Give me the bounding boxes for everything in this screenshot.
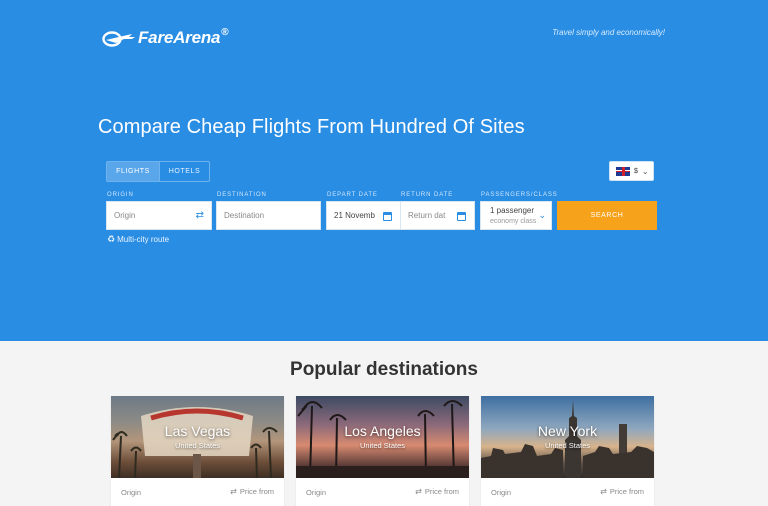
plane-logo-icon bbox=[102, 28, 136, 48]
passengers-label: PASSENGERS/CLASS bbox=[481, 192, 558, 198]
tab-hotels[interactable]: HOTELS bbox=[159, 162, 209, 181]
card-country: United States bbox=[544, 441, 591, 450]
search-tabs: FLIGHTS HOTELS bbox=[106, 161, 210, 182]
currency-symbol: $ bbox=[634, 167, 638, 175]
search-button[interactable]: SEARCH bbox=[557, 201, 657, 230]
swap-icon: ⇄ bbox=[415, 487, 422, 496]
recycle-icon: ♻ bbox=[107, 234, 116, 244]
card-price-from: ⇄ Price from bbox=[415, 487, 459, 496]
return-date-label: RETURN DATE bbox=[401, 192, 454, 198]
return-date-input[interactable]: Return dat bbox=[400, 201, 475, 230]
multi-city-link[interactable]: ♻ Multi-city route bbox=[107, 234, 169, 245]
depart-date-label: DEPART DATE bbox=[327, 192, 378, 198]
card-country: United States bbox=[359, 441, 406, 450]
swap-icon: ⇄ bbox=[600, 487, 607, 496]
calendar-icon bbox=[457, 212, 466, 221]
multi-city-label: Multi-city route bbox=[117, 235, 170, 244]
card-country: United States bbox=[174, 441, 221, 450]
destination-card-las-vegas[interactable]: Las Vegas United States Origin ⇄ Price f… bbox=[111, 396, 284, 506]
destination-label: DESTINATION bbox=[217, 192, 267, 198]
card-origin-label: Origin bbox=[306, 488, 327, 497]
card-origin-label: Origin bbox=[491, 488, 512, 497]
logo-text: FareArena bbox=[138, 28, 221, 47]
return-date-placeholder: Return dat bbox=[408, 211, 446, 220]
destination-input[interactable]: Destination bbox=[216, 201, 321, 230]
passengers-value: 1 passenger bbox=[490, 206, 535, 215]
class-value: economy class bbox=[490, 218, 537, 225]
swap-icon: ⇄ bbox=[230, 487, 237, 496]
card-price-from: ⇄ Price from bbox=[230, 487, 274, 496]
popular-destinations-title: Popular destinations bbox=[290, 359, 478, 380]
depart-date-input[interactable]: 21 Novemb bbox=[326, 201, 401, 230]
card-origin-label: Origin bbox=[121, 488, 142, 497]
currency-selector[interactable]: $ ⌄ bbox=[609, 161, 654, 181]
chevron-down-icon: ⌄ bbox=[641, 166, 649, 176]
depart-date-value: 21 Novemb bbox=[334, 211, 375, 220]
card-price-label: Price from bbox=[609, 487, 644, 496]
card-price-label: Price from bbox=[424, 487, 459, 496]
card-price-from: ⇄ Price from bbox=[600, 487, 644, 496]
tagline: Travel simply and economically! bbox=[552, 28, 665, 37]
origin-input[interactable]: Origin ⇄ bbox=[106, 201, 212, 230]
card-city: Los Angeles bbox=[344, 423, 421, 439]
origin-label: ORIGIN bbox=[107, 192, 134, 198]
card-price-label: Price from bbox=[239, 487, 274, 496]
page-headline: Compare Cheap Flights From Hundred Of Si… bbox=[98, 116, 525, 138]
site-logo[interactable]: FareArena ® bbox=[102, 26, 229, 48]
destination-card-new-york[interactable]: New York United States Origin ⇄ Price fr… bbox=[481, 396, 654, 506]
destination-card-los-angeles[interactable]: Los Angeles United States Origin ⇄ Price… bbox=[296, 396, 469, 506]
logo-registered-mark: ® bbox=[221, 26, 229, 38]
origin-placeholder: Origin bbox=[114, 211, 136, 220]
hero-banner: FareArena ® Travel simply and economical… bbox=[0, 0, 768, 341]
tab-flights[interactable]: FLIGHTS bbox=[107, 162, 159, 181]
uk-flag-icon bbox=[616, 166, 630, 176]
chevron-down-icon: ⌄ bbox=[538, 210, 546, 220]
card-city: Las Vegas bbox=[164, 423, 231, 439]
swap-icon[interactable]: ⇄ bbox=[196, 211, 204, 221]
calendar-icon bbox=[383, 212, 392, 221]
card-city: New York bbox=[537, 423, 598, 439]
destination-placeholder: Destination bbox=[224, 211, 265, 220]
